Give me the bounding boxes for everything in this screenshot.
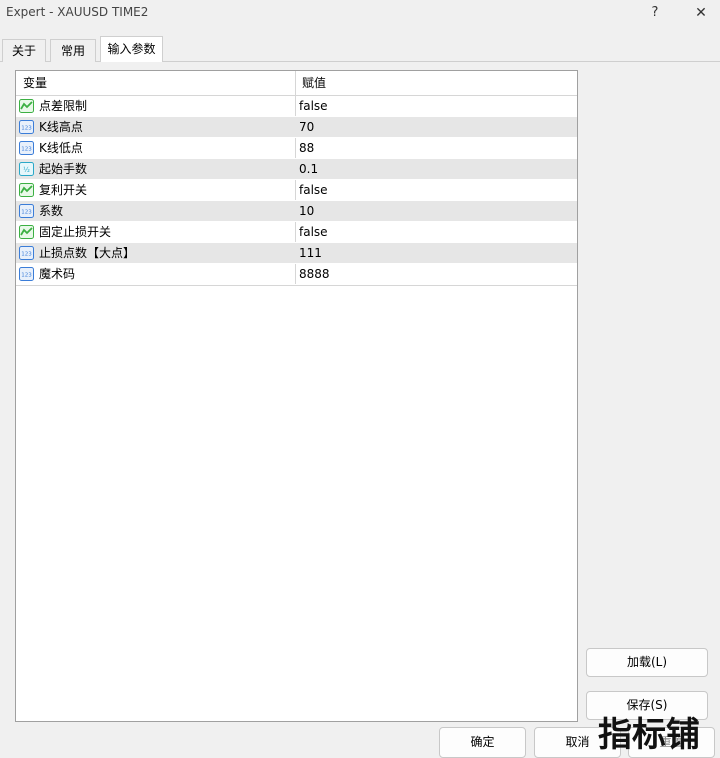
table-last-row-border — [16, 285, 577, 286]
toggle-icon — [19, 183, 34, 197]
column-header-value[interactable]: 赋值 — [302, 71, 326, 95]
integer-icon: 123 — [19, 204, 34, 218]
table-row[interactable]: 123 系数 10 — [16, 201, 577, 222]
svg-text:123: 123 — [21, 273, 32, 279]
integer-icon: 123 — [19, 267, 34, 281]
variable-value[interactable]: 10 — [299, 201, 314, 221]
table-row[interactable]: 123 止损点数【大点】 111 — [16, 243, 577, 264]
variable-name: 系数 — [39, 204, 64, 218]
svg-text:½: ½ — [23, 166, 30, 174]
variable-name: 点差限制 — [39, 99, 88, 113]
integer-icon: 123 — [19, 246, 34, 260]
variable-value[interactable]: 0.1 — [299, 159, 318, 179]
integer-icon: 123 — [19, 141, 34, 155]
variable-name: 复利开关 — [39, 183, 88, 197]
variable-name: K线低点 — [39, 141, 83, 155]
variable-value[interactable]: 111 — [299, 243, 322, 263]
tab-common[interactable]: 常用 — [50, 39, 96, 62]
table-row[interactable]: 点差限制 false — [16, 96, 577, 117]
ok-button[interactable]: 确定 — [439, 727, 526, 758]
title-bar: Expert - XAUUSD TIME2 ? ✕ — [0, 0, 720, 26]
variable-name: 固定止损开关 — [39, 225, 112, 239]
table-row[interactable]: 123 K线高点 70 — [16, 117, 577, 138]
variable-name: 起始手数 — [39, 162, 88, 176]
variable-name: 止损点数【大点】 — [39, 246, 136, 260]
tab-strip: 关于 常用 输入参数 — [0, 36, 720, 62]
tab-inputs[interactable]: 输入参数 — [100, 36, 163, 62]
variable-value[interactable]: false — [299, 222, 328, 242]
table-row[interactable]: 复利开关 false — [16, 180, 577, 201]
variable-value[interactable]: false — [299, 180, 328, 200]
toggle-icon — [19, 225, 34, 239]
variable-value[interactable]: 8888 — [299, 264, 330, 284]
watermark-text: 指标铺 — [598, 715, 700, 754]
window-title: Expert - XAUUSD TIME2 — [6, 5, 149, 19]
table-row[interactable]: ½ 起始手数 0.1 — [16, 159, 577, 180]
table-row[interactable]: 123 K线低点 88 — [16, 138, 577, 159]
integer-icon: 123 — [19, 120, 34, 134]
svg-text:123: 123 — [21, 147, 32, 153]
variable-value[interactable]: 70 — [299, 117, 314, 137]
watermark-logo: 指标铺 — [598, 715, 700, 754]
svg-text:123: 123 — [21, 210, 32, 216]
fraction-icon: ½ — [19, 162, 34, 176]
inputs-table: 变量 赋值 点差限制 false 123 K线高点 70 123 K线低点 88 ½ 起始手数 0.… — [15, 70, 578, 722]
table-row[interactable]: 固定止损开关 false — [16, 222, 577, 243]
table-header: 变量 赋值 — [16, 71, 577, 96]
column-header-variable[interactable]: 变量 — [23, 71, 47, 95]
close-button[interactable]: ✕ — [688, 3, 714, 23]
help-button[interactable]: ? — [642, 3, 668, 23]
svg-text:123: 123 — [21, 252, 32, 258]
table-body: 点差限制 false 123 K线高点 70 123 K线低点 88 ½ 起始手数 0.1 复利开关 f… — [16, 96, 577, 285]
tab-about[interactable]: 关于 — [2, 39, 46, 62]
variable-value[interactable]: 88 — [299, 138, 314, 158]
load-button[interactable]: 加载(L) — [586, 648, 708, 677]
table-row[interactable]: 123 魔术码 8888 — [16, 264, 577, 285]
svg-text:123: 123 — [21, 126, 32, 132]
toggle-icon — [19, 99, 34, 113]
variable-name: K线高点 — [39, 120, 83, 134]
variable-value[interactable]: false — [299, 96, 328, 116]
variable-name: 魔术码 — [39, 267, 76, 281]
